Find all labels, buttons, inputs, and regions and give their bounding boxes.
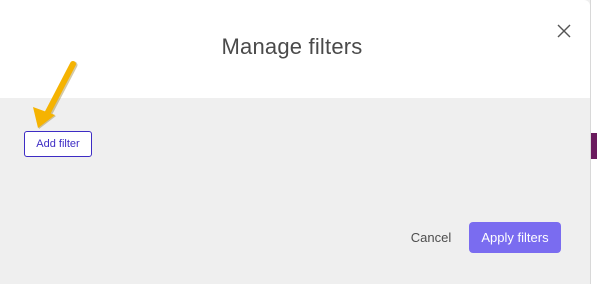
add-filter-button[interactable]: Add filter xyxy=(24,131,92,157)
close-button[interactable] xyxy=(553,20,575,42)
close-icon xyxy=(557,24,571,38)
dialog-title: Manage filters xyxy=(221,34,363,59)
apply-filters-button[interactable]: Apply filters xyxy=(469,222,561,253)
background-page-accent xyxy=(591,133,597,159)
arrow-annotation-icon xyxy=(33,61,78,129)
dialog-header: Manage filters xyxy=(0,0,590,98)
cancel-button[interactable]: Cancel xyxy=(403,226,459,250)
manage-filters-dialog: Manage filters Add filter Cancel Apply f… xyxy=(0,0,591,284)
